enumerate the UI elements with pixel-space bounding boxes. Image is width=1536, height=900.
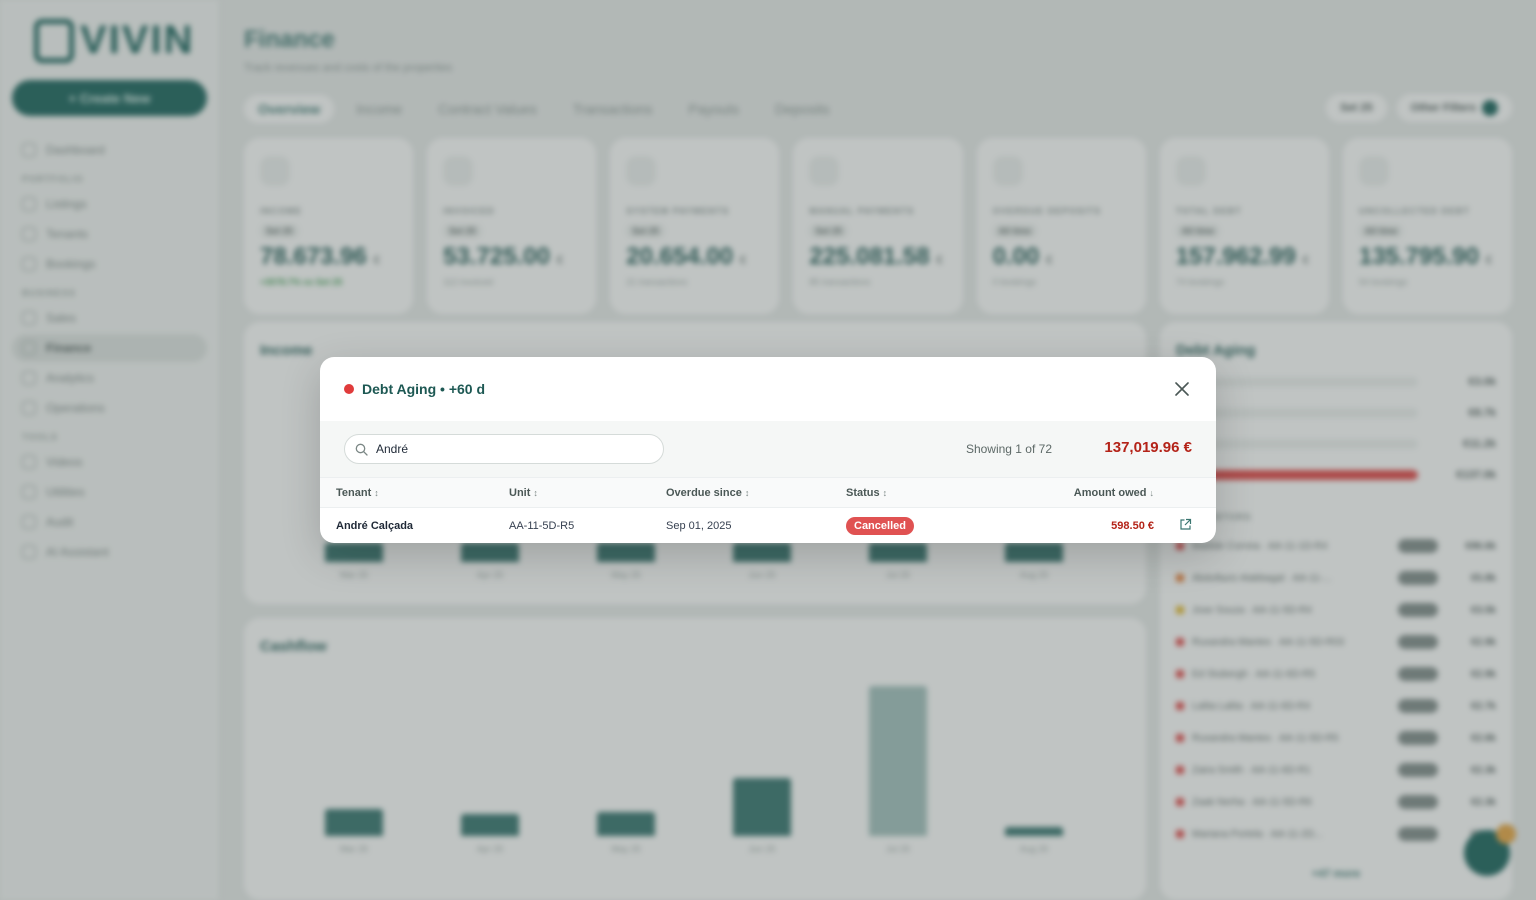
col-status[interactable]: Status ↕ — [846, 478, 996, 508]
tenant-name: André Calçada — [336, 519, 414, 532]
modal-header: Debt Aging • +60 d — [320, 357, 1216, 421]
col-overdue-since[interactable]: Overdue since ↕ — [666, 478, 846, 508]
close-icon — [1175, 382, 1189, 396]
col-amount-owed[interactable]: Amount owed ↓ — [996, 478, 1154, 508]
modal-title: Debt Aging • +60 d — [362, 381, 486, 397]
col-tenant[interactable]: Tenant ↕ — [320, 478, 509, 508]
table-header-row: Tenant ↕ Unit ↕ Overdue since ↕ Status ↕ Amo… — [320, 477, 1216, 508]
debt-table: Tenant ↕ Unit ↕ Overdue since ↕ Status ↕ Amo… — [320, 477, 1216, 543]
sort-icon: ↕ — [882, 487, 888, 498]
modal-toolbar: Showing 1 of 72 137,019.96 € — [320, 421, 1216, 477]
col-unit[interactable]: Unit ↕ — [509, 478, 666, 508]
unit-code: AA-11-5D-R5 — [509, 519, 575, 532]
open-external-button[interactable] — [1179, 518, 1192, 534]
overdue-date: Sep 01, 2025 — [666, 519, 732, 532]
amount-owed: 598.50 € — [1111, 519, 1154, 532]
search-input[interactable] — [376, 442, 646, 456]
debt-aging-modal: Debt Aging • +60 d Showing 1 of 72 137,0… — [320, 357, 1216, 543]
search-icon — [355, 443, 368, 456]
search-box[interactable] — [344, 434, 664, 464]
sort-icon: ↕ — [744, 487, 750, 498]
total-amount: 137,019.96 € — [1104, 439, 1192, 456]
sort-desc-icon: ↓ — [1149, 487, 1155, 498]
severity-dot — [344, 384, 354, 394]
col-actions — [1154, 478, 1216, 508]
sort-icon: ↕ — [374, 487, 379, 498]
results-count: Showing 1 of 72 — [965, 442, 1052, 456]
sort-icon: ↕ — [533, 487, 538, 498]
external-link-icon — [1179, 518, 1191, 530]
status-badge: Cancelled — [846, 516, 914, 535]
table-row[interactable]: André Calçada AA-11-5D-R5 Sep 01, 2025 C… — [320, 508, 1216, 544]
close-button[interactable] — [1172, 379, 1192, 399]
